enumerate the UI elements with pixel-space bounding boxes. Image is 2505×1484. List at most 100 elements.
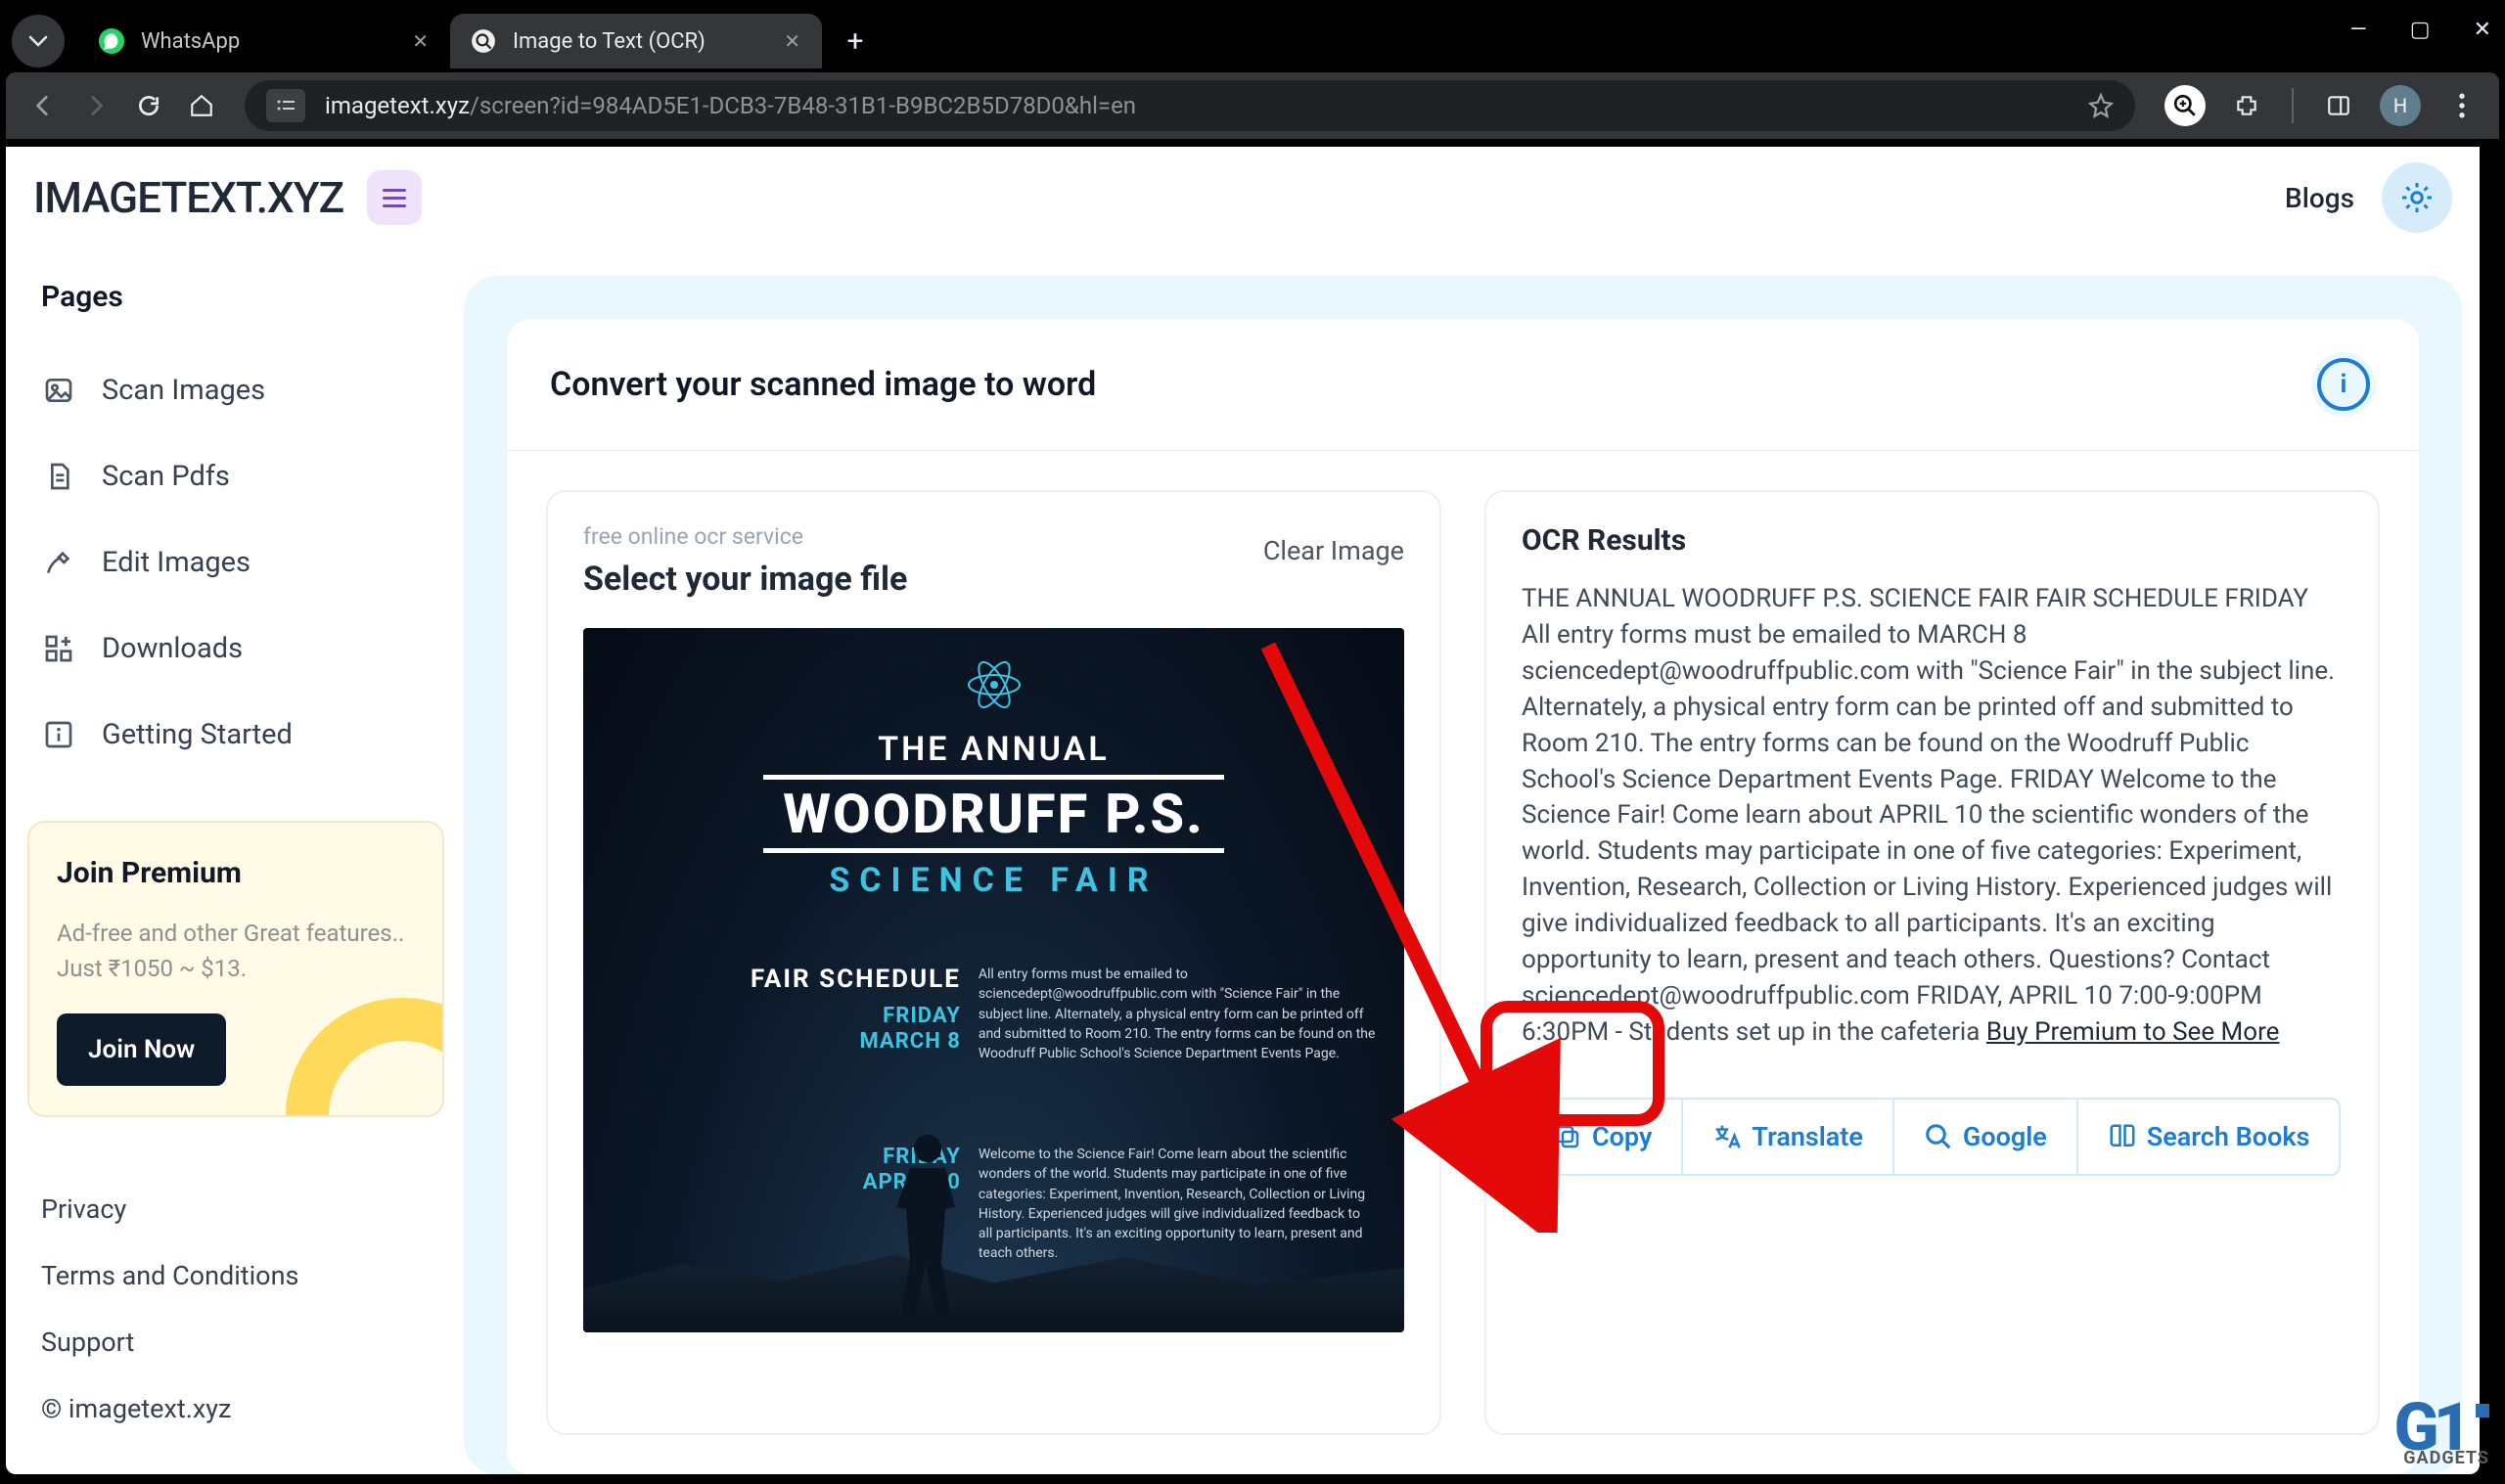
edit-icon: [41, 545, 76, 580]
sidebar-item-scan-images[interactable]: Scan Images: [27, 347, 444, 433]
zoom-badge[interactable]: [2164, 85, 2206, 126]
minimize-icon[interactable]: —: [2350, 18, 2367, 42]
promo-line2: Just ₹1050 ~ $13.: [57, 951, 415, 986]
uploaded-image-preview: THE ANNUAL WOODRUFF P.S. SCIENCE FAIR FA…: [583, 628, 1404, 1332]
tab-strip: WhatsApp ✕ Image to Text (OCR) ✕ +: [0, 0, 875, 72]
poster-heading: THE ANNUAL WOODRUFF P.S. SCIENCE FAIR: [583, 730, 1404, 900]
bookmark-icon[interactable]: [2088, 93, 2114, 118]
grid-plus-icon: [41, 631, 76, 666]
workbench: Convert your scanned image to word i fre…: [507, 319, 2419, 1474]
chevron-down-icon: [28, 35, 48, 47]
sidebar-item-label: Edit Images: [102, 546, 250, 579]
sidepanel-button[interactable]: [2317, 84, 2360, 127]
copy-button[interactable]: Copy: [1524, 1100, 1683, 1174]
copyright[interactable]: © imagetext.xyz: [41, 1375, 444, 1442]
link-terms[interactable]: Terms and Conditions: [41, 1242, 444, 1309]
arrow-right-icon: [83, 93, 109, 118]
home-icon: [189, 93, 214, 118]
square-icon: [2476, 1404, 2489, 1417]
puzzle-icon: [2234, 93, 2259, 118]
workbench-header: Convert your scanned image to word i: [507, 319, 2419, 451]
whatsapp-icon: [98, 27, 125, 55]
hamburger-icon: [383, 197, 406, 200]
address-bar[interactable]: imagetext.xyz/screen?id=984AD5E1-DCB3-7B…: [245, 80, 2135, 131]
url-host: imagetext.xyz: [325, 92, 470, 119]
sidebar-item-getting-started[interactable]: Getting Started: [27, 692, 444, 778]
sidebar-item-label: Getting Started: [102, 718, 293, 751]
kebab-icon: [2458, 93, 2466, 118]
sidebar-item-label: Scan Pdfs: [102, 460, 230, 493]
atom-icon: [965, 655, 1024, 714]
upload-card: free online ocr service Select your imag…: [546, 490, 1441, 1435]
sidebar-item-edit-images[interactable]: Edit Images: [27, 519, 444, 606]
menu-toggle[interactable]: [367, 170, 422, 225]
menu-button[interactable]: [2440, 84, 2483, 127]
close-icon[interactable]: ✕: [412, 29, 429, 53]
close-icon[interactable]: ✕: [784, 29, 800, 53]
url-path: /screen?id=984AD5E1-DCB3-7B48-31B1-B9BC2…: [470, 92, 1136, 119]
gadgets-watermark: G1 GADGETS: [2393, 1388, 2489, 1466]
sidebar-item-label: Downloads: [102, 632, 243, 665]
close-icon[interactable]: ✕: [2474, 18, 2491, 42]
maximize-icon[interactable]: ▢: [2410, 18, 2431, 42]
link-privacy[interactable]: Privacy: [41, 1176, 444, 1242]
brand-logo[interactable]: IMAGETEXT.XYZ: [33, 172, 343, 223]
premium-promo-card: Join Premium Ad-free and other Great fea…: [27, 821, 444, 1117]
info-square-icon: [41, 717, 76, 752]
gear-icon: [2399, 180, 2435, 215]
tab-imagetotext[interactable]: Image to Text (OCR) ✕: [450, 14, 822, 68]
sidebar-title: Pages: [27, 280, 444, 314]
ocr-favicon-icon: [470, 27, 497, 55]
sidebar-item-downloads[interactable]: Downloads: [27, 606, 444, 692]
main-panel: Convert your scanned image to word i fre…: [464, 276, 2462, 1474]
google-button[interactable]: Google: [1894, 1100, 2078, 1174]
search-books-button[interactable]: Search Books: [2078, 1100, 2340, 1174]
tab-label: Image to Text (OCR): [513, 29, 706, 54]
ocr-text: THE ANNUAL WOODRUFF P.S. SCIENCE FAIR FA…: [1522, 581, 2343, 1051]
sidebar-item-label: Scan Images: [102, 374, 265, 407]
info-icon: i: [2317, 358, 2370, 411]
ocr-action-row: Copy Translate Google: [1522, 1098, 2341, 1176]
tab-whatsapp[interactable]: WhatsApp ✕: [78, 14, 450, 68]
extensions-button[interactable]: [2225, 84, 2268, 127]
titlebar: WhatsApp ✕ Image to Text (OCR) ✕ + — ▢ ✕: [0, 0, 2505, 72]
decorative-ring: [286, 998, 444, 1117]
browser-toolbar: imagetext.xyz/screen?id=984AD5E1-DCB3-7B…: [6, 72, 2499, 139]
nav-blogs[interactable]: Blogs: [2285, 182, 2354, 214]
magnify-icon: [2172, 93, 2198, 118]
copy-icon: [1553, 1122, 1582, 1151]
translate-icon: [1712, 1122, 1742, 1151]
person-silhouette: [869, 1117, 986, 1332]
search-tabs-button[interactable]: [12, 15, 65, 67]
settings-button[interactable]: [2382, 162, 2452, 233]
translate-button[interactable]: Translate: [1683, 1100, 1894, 1174]
forward-button[interactable]: [74, 84, 117, 127]
ocr-title: OCR Results: [1522, 523, 2343, 558]
promo-line1: Ad-free and other Great features..: [57, 916, 415, 951]
window-controls: — ▢ ✕: [2350, 18, 2491, 42]
reload-icon: [136, 93, 161, 118]
clear-image-link[interactable]: Clear Image: [1263, 535, 1404, 566]
app-header: IMAGETEXT.XYZ Blogs: [6, 147, 2480, 248]
info-button[interactable]: i: [2311, 352, 2376, 417]
profile-avatar[interactable]: H: [2380, 85, 2421, 126]
tab-label: WhatsApp: [141, 29, 240, 54]
search-icon: [1924, 1122, 1953, 1151]
panel-icon: [2326, 93, 2351, 118]
new-tab-button[interactable]: +: [836, 22, 875, 61]
page: IMAGETEXT.XYZ Blogs Pages Scan Images Sc…: [6, 147, 2480, 1474]
promo-title: Join Premium: [57, 856, 415, 890]
image-icon: [41, 373, 76, 408]
back-button[interactable]: [22, 84, 65, 127]
document-icon: [41, 459, 76, 494]
site-info-icon[interactable]: [266, 89, 305, 122]
reload-button[interactable]: [127, 84, 170, 127]
arrow-left-icon: [30, 93, 56, 118]
home-button[interactable]: [180, 84, 223, 127]
ocr-results-card: OCR Results THE ANNUAL WOODRUFF P.S. SCI…: [1484, 490, 2380, 1435]
buy-premium-link[interactable]: Buy Premium to See More: [1986, 1017, 2280, 1047]
join-now-button[interactable]: Join Now: [57, 1013, 226, 1086]
sidebar: Pages Scan Images Scan Pdfs Edit Images …: [6, 248, 464, 1474]
link-support[interactable]: Support: [41, 1309, 444, 1375]
sidebar-item-scan-pdfs[interactable]: Scan Pdfs: [27, 433, 444, 519]
